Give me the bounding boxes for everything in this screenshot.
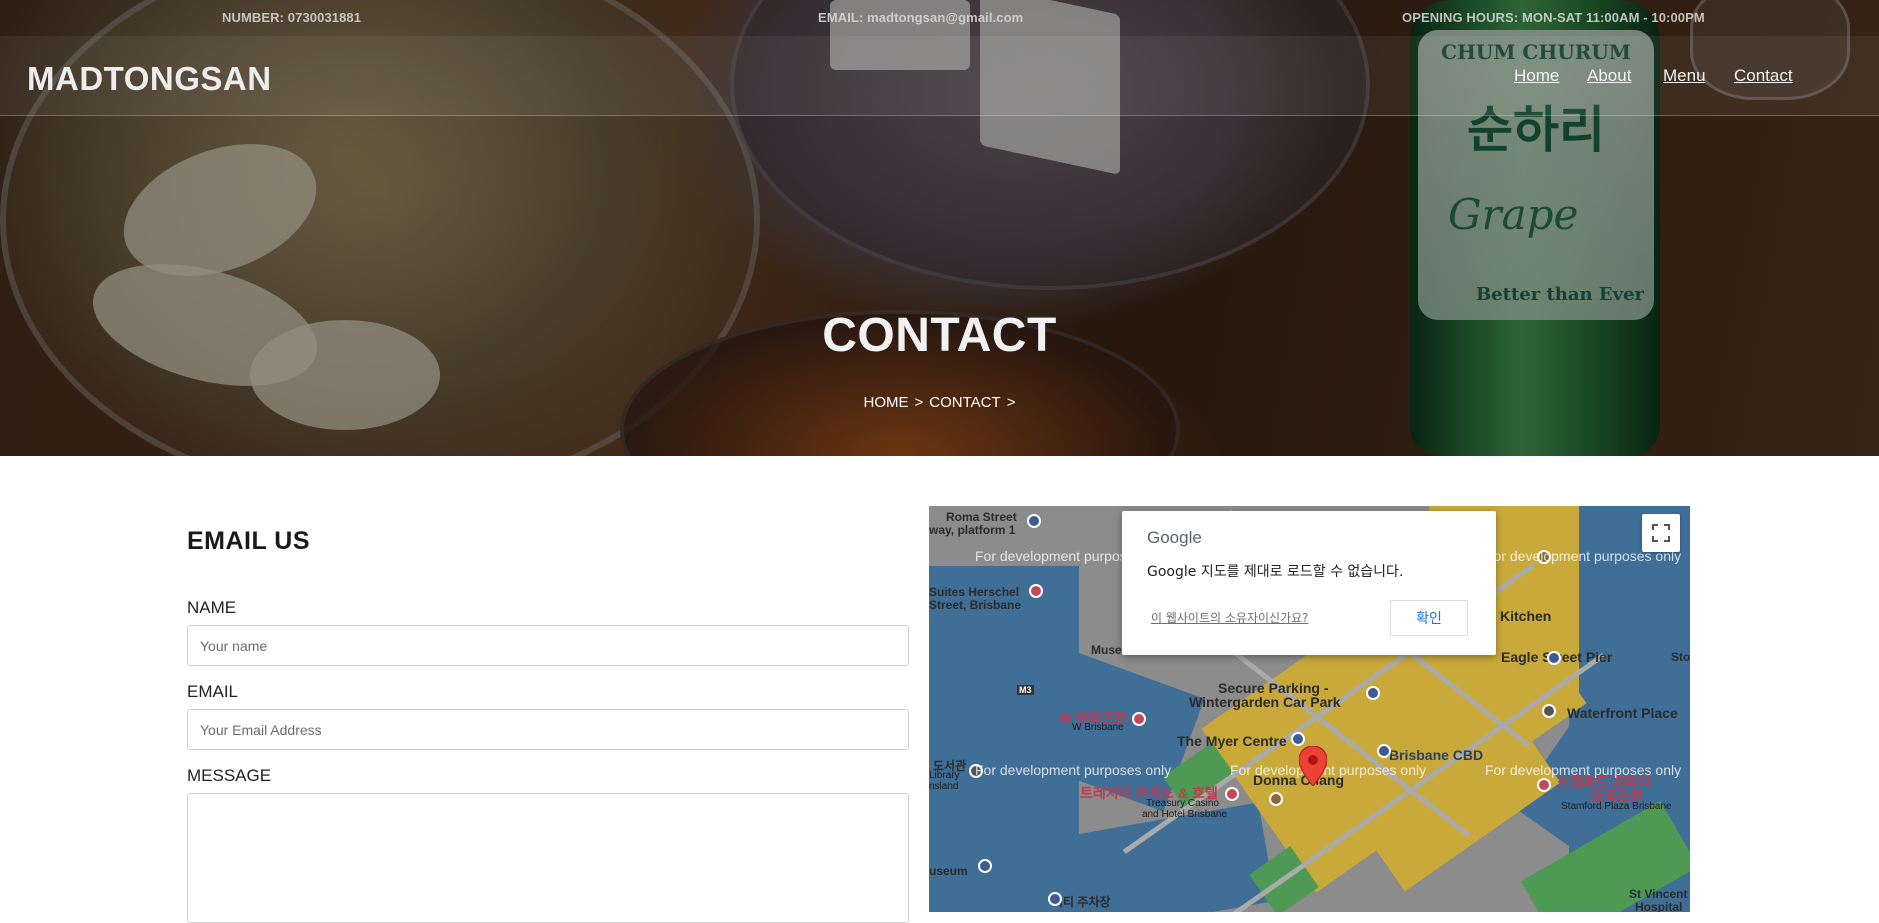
map-label: way, platform 1 [929, 523, 1016, 537]
nav-about[interactable]: About [1587, 66, 1631, 86]
name-label: NAME [187, 598, 237, 617]
map-label: Library [929, 770, 960, 781]
map-label: Waterfront Place [1567, 705, 1678, 721]
highway-shield: M3 [1017, 685, 1034, 695]
map-label: Suites Herschel [929, 585, 1020, 599]
map-label: Stamford Plaza Brisbane [1561, 801, 1672, 812]
opening-hours: OPENING HOURS: MON-SAT 11:00AM - 10:00PM [1402, 10, 1705, 25]
google-map[interactable]: Roma Street way, platform 1 Suites Hersc… [929, 506, 1690, 912]
map-label: St Vincent [1629, 887, 1688, 901]
top-info-bar: NUMBER: 0730031881 EMAIL: madtongsan@gma… [0, 0, 1879, 36]
breadcrumb-separator: > [914, 394, 924, 411]
form-title: EMAIL US [187, 527, 310, 555]
shopping-icon[interactable] [1291, 732, 1305, 746]
breadcrumb-contact[interactable]: CONTACT [929, 394, 1000, 411]
map-label: nsland [929, 781, 959, 792]
name-input[interactable] [187, 625, 909, 666]
place-icon[interactable] [1542, 704, 1556, 718]
map-label: Roma Street [946, 510, 1017, 524]
map-label: Brisbane CBD [1389, 747, 1484, 763]
map-label: Wintergarden Car Park [1189, 694, 1341, 710]
breadcrumb-home[interactable]: HOME [864, 394, 909, 411]
site-logo[interactable]: MADTONGSAN [27, 60, 272, 98]
fullscreen-icon [1652, 524, 1670, 542]
hero-banner: CHUM CHURUM 순하리 Grape Better than Ever N… [0, 0, 1879, 456]
parking-icon[interactable] [1366, 686, 1380, 700]
map-label: and Hotel Brisbane [1142, 809, 1228, 820]
location-pin-icon[interactable] [1299, 746, 1327, 786]
google-logo: Google [1147, 528, 1202, 547]
transit-icon[interactable] [1027, 514, 1041, 528]
map-label: useum [929, 864, 968, 878]
message-textarea[interactable] [187, 793, 909, 923]
map-label: The Myer Centre [1177, 733, 1287, 749]
owner-link[interactable]: 이 웹사이트의 소유자이신가요? [1151, 609, 1309, 626]
message-label: MESSAGE [187, 766, 272, 785]
error-message: Google 지도를 제대로 로드할 수 없습니다. [1147, 564, 1404, 580]
dev-watermark: For development purposes only [1485, 762, 1682, 778]
fullscreen-button[interactable] [1642, 514, 1680, 552]
page-title: CONTACT [822, 309, 1057, 362]
map-error-dialog: Google Google 지도를 제대로 로드할 수 없습니다. 이 웹사이트… [1122, 511, 1496, 655]
casino-icon[interactable] [1225, 787, 1239, 801]
parking-icon[interactable] [1048, 892, 1062, 906]
restaurant-icon[interactable] [1269, 792, 1283, 806]
map-label: Sto [1671, 650, 1690, 664]
map-label: Kitchen [1500, 608, 1552, 624]
map-label: Street, Brisbane [929, 598, 1022, 612]
map-label: Treasury Casino [1146, 798, 1219, 809]
map-label: Hospital [1635, 900, 1683, 912]
shopping-icon[interactable] [1547, 651, 1561, 665]
breadcrumb-separator: > [1006, 394, 1016, 411]
nav-menu[interactable]: Menu [1663, 66, 1706, 86]
email-input[interactable] [187, 709, 909, 750]
nav-home[interactable]: Home [1514, 66, 1559, 86]
nav-contact[interactable]: Contact [1734, 66, 1793, 86]
dev-watermark: For development purposes only [975, 762, 1172, 778]
phone-number: NUMBER: 0730031881 [222, 10, 362, 25]
hotel-icon[interactable] [1537, 778, 1551, 792]
confirm-button[interactable]: 확인 [1390, 600, 1468, 636]
breadcrumb: HOME > CONTACT > [0, 394, 1879, 411]
hotel-icon[interactable] [1029, 584, 1043, 598]
hotel-icon[interactable] [1132, 712, 1146, 726]
contact-email: EMAIL: madtongsan@gmail.com [818, 10, 1024, 25]
museum-icon[interactable] [978, 859, 992, 873]
shopping-icon[interactable] [1377, 744, 1391, 758]
email-label: EMAIL [187, 682, 239, 701]
map-label: W Brisbane [1072, 722, 1124, 733]
dev-watermark: For development purposes only [1230, 762, 1427, 778]
